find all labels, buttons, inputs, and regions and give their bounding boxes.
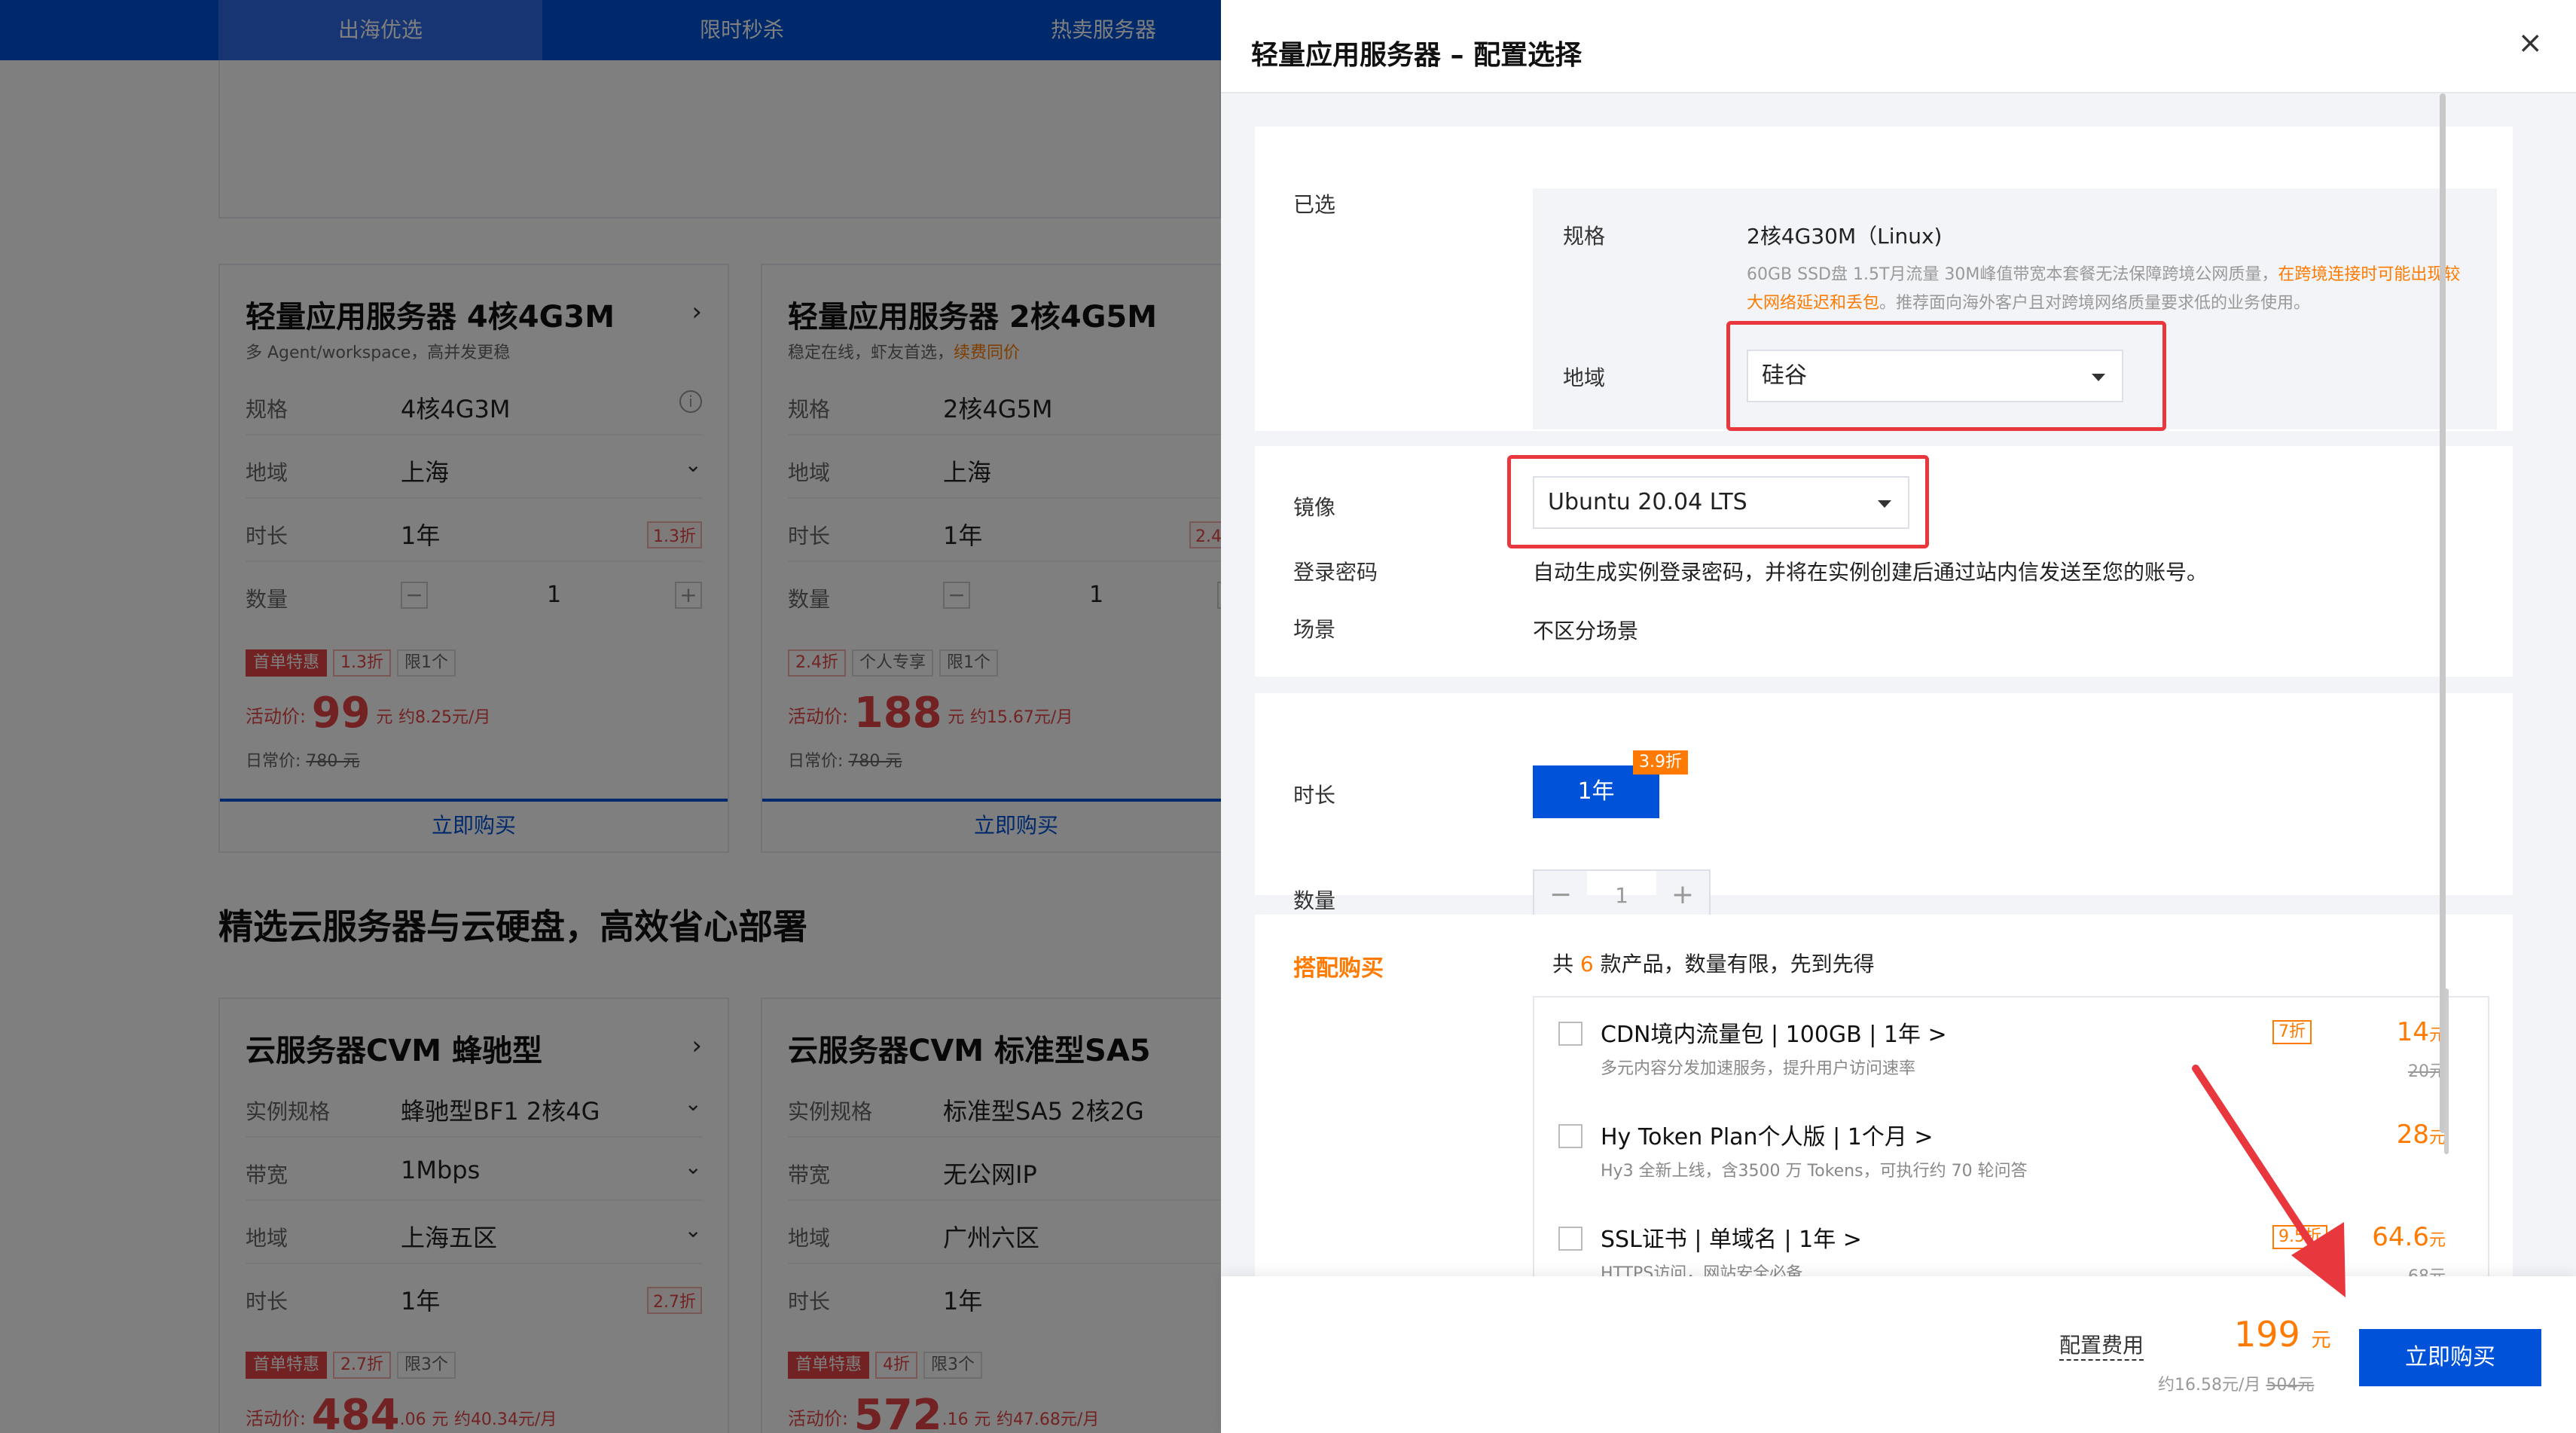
spec-value: 2核4G30M（Linux) — [1747, 224, 1943, 249]
close-icon[interactable]: × — [2517, 26, 2543, 60]
region-label: 地域 — [1563, 365, 1606, 390]
bundle-count: 6 — [1579, 952, 1594, 976]
price-value: 199 — [2234, 1314, 2300, 1355]
password-label: 登录密码 — [1293, 560, 1378, 585]
bundle-intro: 共 6 款产品，数量有限，先到先得 — [1552, 948, 1875, 978]
minus-button[interactable]: − — [1534, 871, 1587, 921]
list-item: CDN境内流量包 | 100GB | 1年 > 多元内容分发加速服务，提升用户访… — [1534, 998, 2476, 1100]
discount-badge: 9.5折 — [2272, 1225, 2327, 1249]
spec-label: 规格 — [1563, 224, 1606, 249]
quantity-input[interactable]: 1 — [1587, 871, 1656, 921]
intro-text: 款产品，数量有限，先到先得 — [1600, 952, 1875, 976]
price-value: 14 — [2396, 1017, 2429, 1047]
buy-now-button[interactable]: 立即购买 — [2359, 1329, 2541, 1386]
bundle-list: CDN境内流量包 | 100GB | 1年 > 多元内容分发加速服务，提升用户访… — [1533, 996, 2489, 1320]
price-value: 64.6 — [2372, 1222, 2429, 1252]
bundle-panel: 搭配购买 共 6 款产品，数量有限，先到先得 CDN境内流量包 | 100GB … — [1255, 915, 2513, 1320]
scene-label: 场景 — [1293, 617, 1336, 642]
checkbox[interactable] — [1558, 1022, 1583, 1046]
bundle-scrollbar[interactable] — [2444, 988, 2449, 1154]
discount-badge: 7折 — [2272, 1020, 2312, 1044]
highlight-frame — [1507, 455, 1929, 548]
drawer-title: 轻量应用服务器 – 配置选择 — [1251, 40, 1583, 71]
image-label: 镜像 — [1293, 495, 1336, 520]
bundle-name[interactable]: SSL证书 | 单域名 | 1年 > — [1601, 1221, 1862, 1254]
bundle-label: 搭配购买 — [1293, 955, 1384, 982]
plus-button[interactable]: + — [1656, 871, 1709, 921]
cost-label[interactable]: 配置费用 — [2059, 1329, 2144, 1361]
price-detail: 约16.58元/月 504元 — [2158, 1371, 2314, 1395]
price-unit: 元 — [2428, 1231, 2446, 1250]
highlight-frame — [1726, 321, 2166, 431]
bundle-name[interactable]: Hy Token Plan个人版 | 1个月 > — [1601, 1118, 1934, 1151]
checkbox[interactable] — [1558, 1227, 1583, 1251]
discount-badge: 3.9折 — [1633, 750, 1688, 775]
monthly-price: 约16.58元/月 — [2158, 1376, 2261, 1395]
password-value: 自动生成实例登录密码，并将在实例创建后通过站内信发送至您的账号。 — [1533, 560, 2208, 585]
bundle-desc: Hy3 全新上线，含3500 万 Tokens，可执行约 70 轮问答 — [1601, 1162, 2028, 1181]
drawer-footer: 配置费用 199 元 约16.58元/月 504元 立即购买 — [1221, 1276, 2576, 1433]
modal-overlay[interactable] — [0, 0, 1221, 1433]
drawer-header: 轻量应用服务器 – 配置选择 × — [1221, 0, 2576, 93]
checkbox[interactable] — [1558, 1124, 1583, 1148]
note-text: 60GB SSD盘 1.5T月流量 30M峰值带宽本套餐无法保障跨境公网质量， — [1747, 265, 2278, 284]
total-price: 199 元 — [2234, 1314, 2330, 1355]
drawer-scrollbar[interactable] — [2440, 93, 2446, 1133]
selected-label: 已选 — [1293, 192, 1336, 217]
orig-price: 504元 — [2266, 1376, 2315, 1395]
list-item: Hy Token Plan个人版 | 1个月 > Hy3 全新上线，含3500 … — [1534, 1100, 2476, 1202]
duration-label: 时长 — [1293, 783, 1336, 808]
bundle-price: 64.6元 — [2372, 1222, 2446, 1252]
intro-text: 共 — [1552, 952, 1574, 976]
config-drawer: 轻量应用服务器 – 配置选择 × 已选 规格 2核4G30M（Linux) 60… — [1221, 0, 2576, 1433]
scene-value: 不区分场景 — [1533, 619, 1639, 643]
bundle-price: 14元 — [2397, 1017, 2446, 1047]
selected-panel: 已选 规格 2核4G30M（Linux) 60GB SSD盘 1.5T月流量 3… — [1255, 127, 2513, 431]
image-panel: 镜像 Ubuntu 20.04 LTS 登录密码 自动生成实例登录密码，并将在实… — [1255, 446, 2513, 677]
bundle-desc: 多元内容分发加速服务，提升用户访问速率 — [1601, 1059, 1916, 1078]
spec-note: 60GB SSD盘 1.5T月流量 30M峰值带宽本套餐无法保障跨境公网质量，在… — [1747, 261, 2470, 318]
drawer-body: 已选 规格 2核4G30M（Linux) 60GB SSD盘 1.5T月流量 3… — [1221, 93, 2576, 1320]
duration-panel: 时长 1年 3.9折 数量 − 1 + — [1255, 693, 2513, 922]
note-text: 。推荐面向海外客户且对跨境网络质量要求低的业务使用。 — [1879, 294, 2311, 313]
bundle-price: 28元 — [2397, 1120, 2446, 1150]
bundle-name[interactable]: CDN境内流量包 | 100GB | 1年 > — [1601, 1016, 1947, 1049]
qty-label: 数量 — [1293, 888, 1336, 913]
price-value: 28 — [2396, 1120, 2429, 1150]
price-unit: 元 — [2311, 1329, 2331, 1352]
